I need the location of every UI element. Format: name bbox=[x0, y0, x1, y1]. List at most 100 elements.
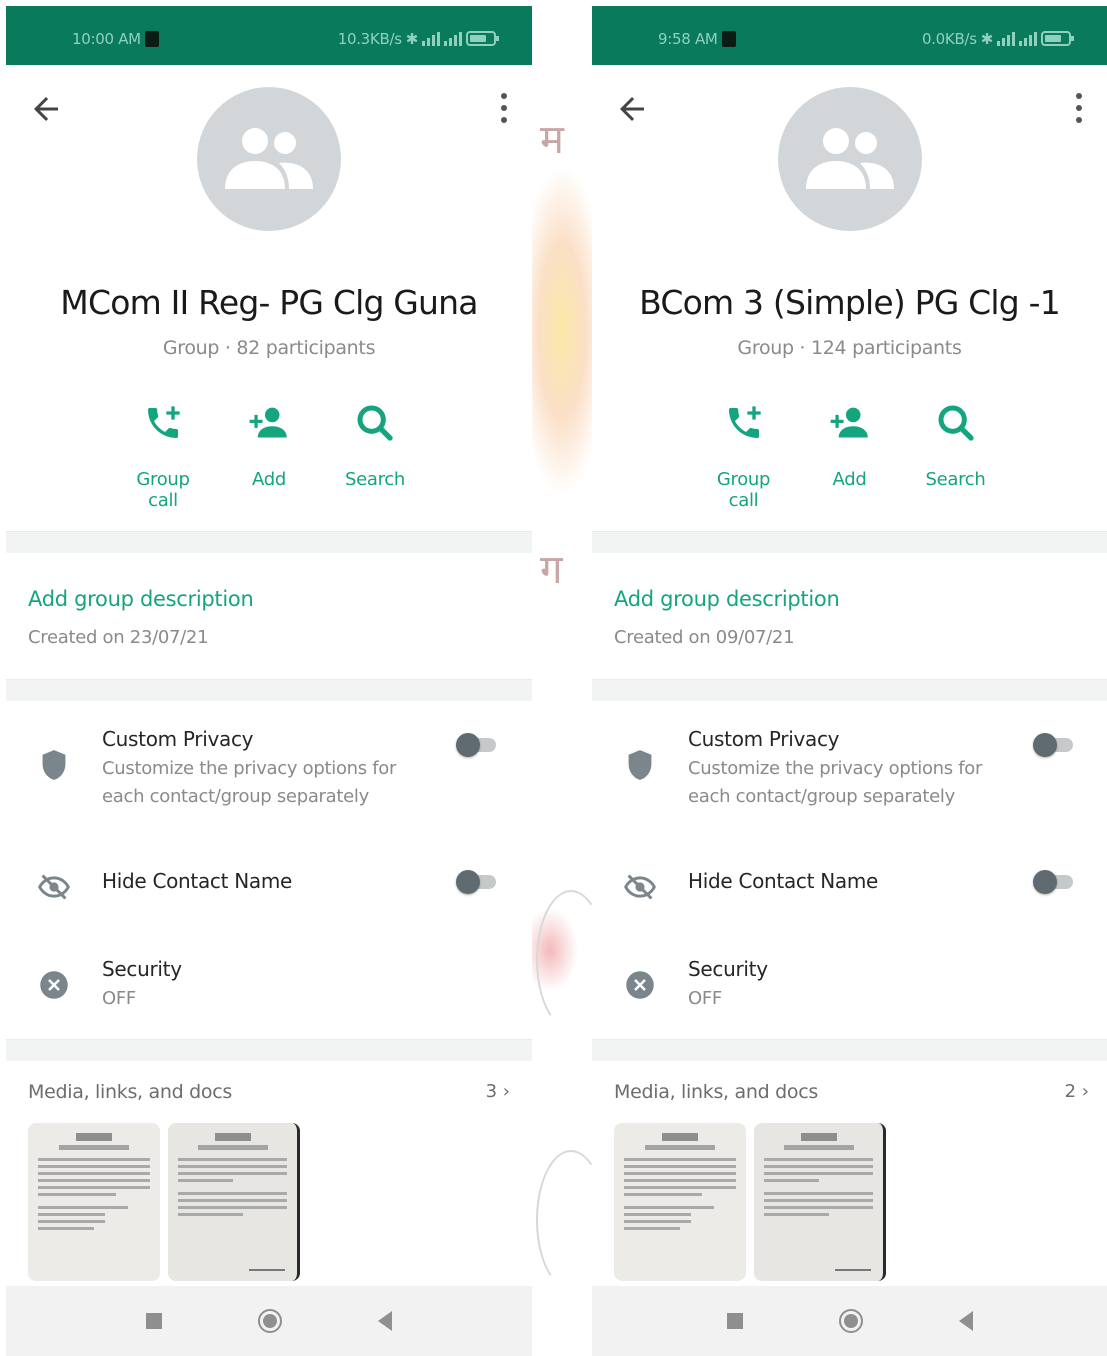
add-person-icon bbox=[809, 399, 891, 447]
group-call-button[interactable]: Group call bbox=[703, 399, 785, 511]
description-section: Add group description Created on 09/07/2… bbox=[592, 553, 1107, 679]
search-icon bbox=[334, 399, 416, 447]
signal-icon bbox=[997, 31, 1015, 46]
group-participants: Group · 82 participants bbox=[162, 337, 376, 359]
status-time: 9:58 AM bbox=[658, 29, 718, 48]
search-button[interactable]: Search bbox=[915, 399, 997, 511]
recents-button[interactable] bbox=[146, 1313, 162, 1329]
group-call-label: Group call bbox=[716, 469, 771, 511]
custom-privacy-toggle[interactable] bbox=[1033, 733, 1075, 757]
nav-back-button[interactable] bbox=[378, 1311, 392, 1331]
group-avatar[interactable] bbox=[777, 87, 922, 231]
action-row: Group call Add Search bbox=[592, 399, 1107, 511]
section-divider bbox=[6, 531, 532, 553]
settings-section: Custom Privacy Customize the privacy opt… bbox=[592, 701, 1107, 1039]
media-thumbnail[interactable] bbox=[614, 1123, 746, 1281]
eye-off-icon bbox=[38, 871, 70, 903]
hide-contact-name-title: Hide Contact Name bbox=[688, 869, 879, 893]
navigation-bar bbox=[592, 1286, 1107, 1356]
battery-icon bbox=[1041, 31, 1074, 46]
nav-back-button[interactable] bbox=[958, 1311, 973, 1331]
hide-contact-name-row[interactable]: Hide Contact Name bbox=[6, 843, 532, 935]
notification-icon bbox=[721, 30, 736, 47]
custom-privacy-description: Customize the privacy options for each c… bbox=[688, 758, 983, 807]
network-speed: 10.3KB/s bbox=[337, 29, 402, 48]
more-options-icon[interactable] bbox=[496, 93, 512, 129]
search-label: Search bbox=[925, 469, 986, 490]
section-divider bbox=[592, 1039, 1107, 1061]
background-collage-strip: म ग bbox=[532, 70, 592, 1350]
navigation-bar bbox=[6, 1286, 532, 1356]
decorative-arc bbox=[536, 890, 592, 1030]
section-divider bbox=[6, 679, 532, 701]
settings-section: Custom Privacy Customize the privacy opt… bbox=[6, 701, 532, 1039]
hide-contact-name-row[interactable]: Hide Contact Name bbox=[592, 843, 1107, 935]
status-bar: 9:58 AM 0.0KB/s ✱ bbox=[592, 6, 1107, 65]
more-options-icon[interactable] bbox=[1071, 93, 1087, 129]
hide-contact-name-toggle[interactable] bbox=[1033, 870, 1075, 894]
close-circle-icon bbox=[38, 969, 70, 1001]
notification-icon bbox=[144, 30, 159, 47]
media-thumbnail[interactable] bbox=[28, 1123, 160, 1281]
battery-icon bbox=[466, 31, 499, 46]
add-call-icon bbox=[703, 399, 785, 447]
phone-screen-left: 10:00 AM 10.3KB/s ✱ MCom II Reg- PG Clg … bbox=[6, 6, 532, 1356]
bluetooth-icon: ✱ bbox=[980, 29, 994, 48]
security-row[interactable]: Security OFF bbox=[6, 935, 532, 1035]
hide-contact-name-toggle[interactable] bbox=[456, 870, 498, 894]
add-person-icon bbox=[228, 399, 310, 447]
group-people-icon bbox=[225, 128, 313, 189]
add-group-description-link[interactable]: Add group description bbox=[28, 587, 510, 611]
home-button[interactable] bbox=[838, 1309, 863, 1333]
media-section[interactable]: Media, links, and docs 3 › bbox=[6, 1061, 532, 1299]
hide-contact-name-title: Hide Contact Name bbox=[102, 869, 293, 893]
security-row[interactable]: Security OFF bbox=[592, 935, 1107, 1035]
group-name: BCom 3 (Simple) PG Clg -1 bbox=[639, 283, 1061, 322]
close-circle-icon bbox=[624, 969, 656, 1001]
security-title: Security bbox=[688, 957, 768, 981]
signal-icon bbox=[444, 31, 462, 46]
eye-off-icon bbox=[624, 871, 656, 903]
status-bar: 10:00 AM 10.3KB/s ✱ bbox=[6, 6, 532, 65]
recents-button[interactable] bbox=[726, 1313, 743, 1329]
section-divider bbox=[6, 1039, 532, 1061]
group-call-label: Group call bbox=[136, 469, 190, 511]
bluetooth-icon: ✱ bbox=[405, 29, 419, 48]
media-count[interactable]: 3 › bbox=[486, 1081, 510, 1102]
add-label: Add bbox=[832, 469, 867, 490]
media-count[interactable]: 2 › bbox=[1065, 1081, 1089, 1102]
created-date: Created on 09/07/21 bbox=[614, 627, 795, 648]
group-avatar[interactable] bbox=[197, 87, 341, 231]
add-participant-button[interactable]: Add bbox=[809, 399, 891, 511]
network-speed: 0.0KB/s bbox=[921, 29, 977, 48]
custom-privacy-description: Customize the privacy options for each c… bbox=[102, 758, 397, 807]
search-label: Search bbox=[344, 469, 406, 490]
custom-privacy-row[interactable]: Custom Privacy Customize the privacy opt… bbox=[6, 701, 532, 843]
add-participant-button[interactable]: Add bbox=[228, 399, 310, 511]
search-icon bbox=[915, 399, 997, 447]
group-header: BCom 3 (Simple) PG Clg -1 Group · 124 pa… bbox=[592, 65, 1107, 531]
signal-icon bbox=[422, 31, 440, 46]
back-arrow-icon[interactable] bbox=[614, 91, 650, 127]
home-button[interactable] bbox=[258, 1309, 282, 1333]
group-people-icon bbox=[805, 128, 894, 189]
media-title: Media, links, and docs bbox=[614, 1081, 818, 1103]
status-time: 10:00 AM bbox=[72, 29, 141, 48]
group-call-button[interactable]: Group call bbox=[122, 399, 204, 511]
media-thumbnail[interactable] bbox=[754, 1123, 886, 1281]
custom-privacy-row[interactable]: Custom Privacy Customize the privacy opt… bbox=[592, 701, 1107, 843]
media-thumbnail[interactable] bbox=[168, 1123, 300, 1281]
search-button[interactable]: Search bbox=[334, 399, 416, 511]
back-arrow-icon[interactable] bbox=[28, 91, 64, 127]
media-title: Media, links, and docs bbox=[28, 1081, 232, 1103]
signal-icon bbox=[1019, 31, 1037, 46]
group-header: MCom II Reg- PG Clg Guna Group · 82 part… bbox=[6, 65, 532, 531]
decorative-glyph: म bbox=[540, 117, 564, 163]
add-call-icon bbox=[122, 399, 204, 447]
custom-privacy-toggle[interactable] bbox=[456, 733, 498, 757]
media-section[interactable]: Media, links, and docs 2 › bbox=[592, 1061, 1107, 1299]
add-group-description-link[interactable]: Add group description bbox=[614, 587, 1085, 611]
description-section: Add group description Created on 23/07/2… bbox=[6, 553, 532, 679]
group-participants: Group · 124 participants bbox=[737, 337, 962, 359]
created-date: Created on 23/07/21 bbox=[28, 627, 209, 648]
